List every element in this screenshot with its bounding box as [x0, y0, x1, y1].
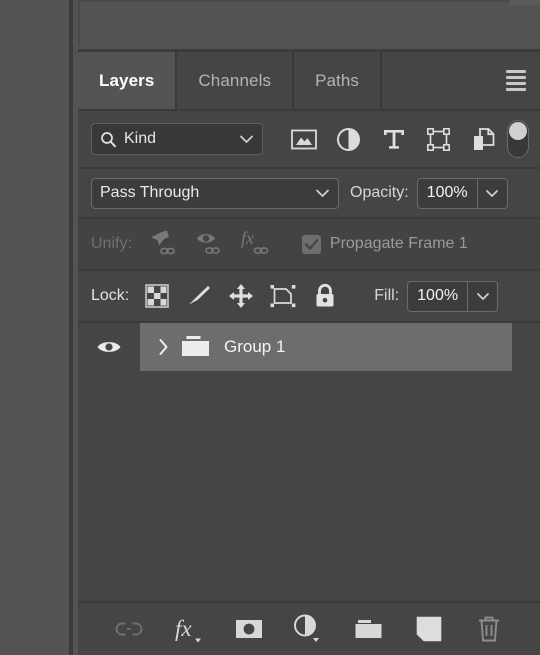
upper-empty-panel — [78, 0, 540, 52]
chevron-down-icon — [315, 188, 330, 198]
lock-position-icon[interactable] — [220, 278, 262, 314]
table-row[interactable]: Group 1 — [78, 323, 540, 371]
propagate-frame-label: Propagate Frame 1 — [329, 235, 468, 252]
layer-visibility-toggle[interactable] — [78, 323, 140, 371]
svg-text:fx: fx — [241, 229, 254, 248]
filter-kind-label: Kind — [124, 130, 157, 147]
lock-image-pixels-icon[interactable] — [178, 278, 220, 314]
link-layers-button[interactable] — [110, 610, 148, 648]
tab-layers[interactable]: Layers — [78, 52, 178, 109]
tab-layers-label: Layers — [99, 70, 155, 90]
unify-row: Unify: fx Propagate Frame 1 — [78, 217, 540, 269]
layers-bottom-toolbar: fx — [78, 601, 540, 655]
propagate-frame-control[interactable]: Propagate Frame 1 — [301, 234, 468, 254]
unify-position-icon — [141, 226, 188, 262]
adjustment-layer-filter-icon[interactable] — [326, 121, 371, 157]
blend-mode-value: Pass Through — [100, 184, 200, 201]
blend-mode-select[interactable]: Pass Through — [91, 177, 339, 209]
hamburger-menu-icon[interactable] — [502, 70, 530, 92]
blend-opacity-row: Pass Through Opacity: 100% — [78, 167, 540, 217]
pixel-layer-filter-icon[interactable] — [281, 121, 326, 157]
filter-enable-toggle[interactable] — [507, 120, 529, 158]
folder-icon — [176, 334, 216, 360]
add-layer-mask-button[interactable] — [230, 610, 268, 648]
chevron-down-icon — [239, 134, 254, 144]
propagate-frame-checkbox[interactable] — [301, 234, 321, 254]
layer-filter-row: Kind — [78, 109, 540, 167]
opacity-label: Opacity: — [350, 184, 409, 201]
lock-label: Lock: — [91, 287, 130, 304]
lock-artboard-nesting-icon[interactable] — [262, 278, 304, 314]
smart-object-filter-icon[interactable] — [461, 121, 506, 157]
opacity-input[interactable]: 100% — [416, 177, 478, 209]
unify-label: Unify: — [91, 235, 132, 252]
unify-visibility-icon — [188, 226, 235, 262]
layer-list[interactable]: Group 1 — [78, 321, 540, 575]
layer-row-body[interactable]: Group 1 — [140, 323, 512, 371]
new-group-button[interactable] — [350, 610, 388, 648]
tab-paths-label: Paths — [315, 70, 360, 90]
tab-bar-filler — [382, 52, 540, 109]
chevron-right-icon[interactable] — [150, 338, 176, 356]
lock-row: Lock: Fill: 100% — [78, 269, 540, 321]
tab-paths[interactable]: Paths — [294, 52, 383, 109]
opacity-stepper[interactable] — [477, 177, 508, 209]
tab-channels-label: Channels — [198, 70, 272, 90]
type-layer-filter-icon[interactable] — [371, 121, 416, 157]
filter-type-icons — [281, 121, 506, 157]
eye-icon — [97, 342, 121, 352]
lock-all-icon[interactable] — [304, 278, 346, 314]
new-adjustment-button[interactable] — [290, 610, 328, 648]
unify-style-icon: fx — [235, 226, 282, 262]
unify-icons: fx — [141, 226, 282, 262]
tab-channels[interactable]: Channels — [177, 52, 295, 109]
fill-stepper[interactable] — [468, 280, 499, 312]
layer-style-button[interactable]: fx — [170, 610, 208, 648]
lock-icons — [136, 278, 346, 314]
filter-kind-select[interactable]: Kind — [91, 123, 263, 155]
fill-input[interactable]: 100% — [407, 280, 469, 312]
delete-layer-button[interactable] — [470, 610, 508, 648]
photoshop-layers-panel-window: Layers Channels Paths Kind Pass Through … — [0, 0, 540, 655]
layers-panel: Layers Channels Paths Kind Pass Through … — [78, 52, 540, 655]
upper-panel-nub — [510, 0, 540, 5]
panel-tab-bar: Layers Channels Paths — [78, 52, 540, 109]
new-layer-button[interactable] — [410, 610, 448, 648]
search-icon — [100, 131, 117, 148]
svg-text:fx: fx — [175, 616, 192, 641]
fill-label: Fill: — [374, 287, 400, 304]
dock-strip — [0, 0, 69, 655]
shape-layer-filter-icon[interactable] — [416, 121, 461, 157]
lock-transparency-icon[interactable] — [136, 278, 178, 314]
layer-name-label: Group 1 — [224, 337, 286, 356]
upper-panel-inner — [78, 0, 540, 46]
